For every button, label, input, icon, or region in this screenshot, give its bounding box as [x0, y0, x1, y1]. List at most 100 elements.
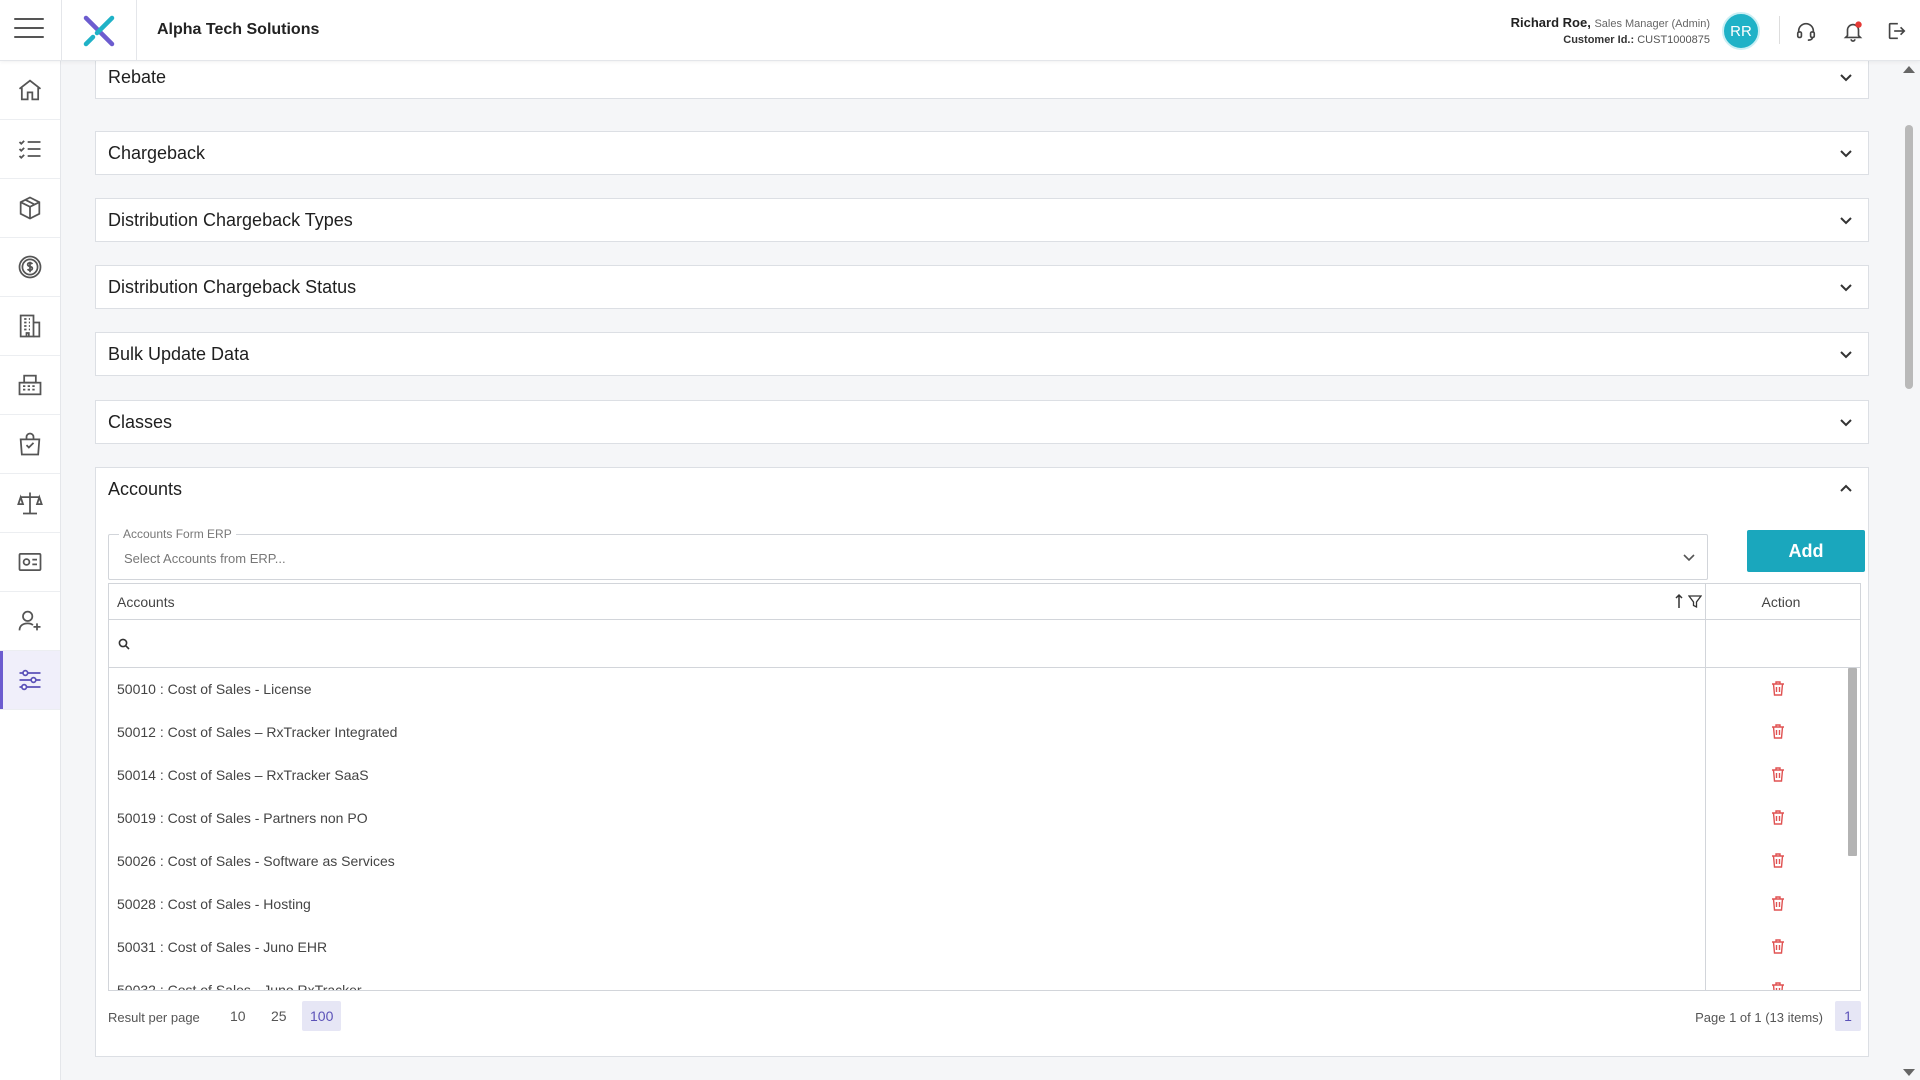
section-title: Bulk Update Data — [108, 343, 250, 364]
table-row[interactable]: 50031 : Cost of Sales - Juno EHR — [109, 926, 1859, 969]
dollar-icon — [18, 255, 42, 279]
top-header: Alpha Tech Solutions Richard Roe, Sales … — [0, 0, 1920, 61]
sidebar-item-settings[interactable] — [0, 651, 60, 710]
menu-icon[interactable] — [14, 18, 44, 40]
trash-icon[interactable] — [1771, 723, 1785, 739]
accounts-grid: Accounts Action 50010 : Cost of Sales - … — [108, 583, 1861, 991]
account-cell: 50019 : Cost of Sales - Partners non PO — [117, 810, 368, 826]
section-header[interactable]: Rebate — [96, 61, 1868, 98]
section-header[interactable]: Bulk Update Data — [96, 333, 1868, 375]
page-button-current[interactable]: 1 — [1835, 1001, 1861, 1031]
section-title: Classes — [108, 411, 173, 432]
building-icon — [19, 314, 41, 338]
table-row[interactable]: 50026 : Cost of Sales - Software as Serv… — [109, 840, 1859, 883]
register-icon — [18, 374, 42, 396]
grid-scrollbar[interactable] — [1848, 668, 1857, 856]
section-header[interactable]: Distribution Chargeback Status — [96, 266, 1868, 308]
user-info: Richard Roe, Sales Manager (Admin) Custo… — [1511, 15, 1710, 48]
sidebar-item-organizations[interactable] — [0, 297, 60, 356]
app-logo[interactable] — [61, 0, 137, 61]
home-icon — [18, 79, 42, 101]
trash-icon[interactable] — [1771, 680, 1785, 696]
sidebar-item-products[interactable] — [0, 179, 60, 238]
checklist-icon — [18, 140, 41, 159]
header-divider — [1779, 16, 1780, 44]
shopping-bag-icon — [19, 432, 41, 456]
page-size-10[interactable]: 10 — [222, 1001, 254, 1031]
user-add-icon — [18, 610, 41, 631]
account-cell: 50028 : Cost of Sales - Hosting — [117, 896, 311, 912]
trash-icon[interactable] — [1771, 809, 1785, 825]
column-header-accounts[interactable]: Accounts — [117, 594, 175, 610]
trash-icon[interactable] — [1771, 766, 1785, 782]
sidebar-nav — [0, 61, 61, 1080]
field-label: Accounts Form ERP — [119, 527, 236, 541]
section-title: Chargeback — [108, 142, 206, 163]
search-icon — [118, 638, 130, 650]
company-name: Alpha Tech Solutions — [157, 21, 320, 38]
customer-id-label: Customer Id.: — [1563, 34, 1635, 46]
filter-icon[interactable] — [1688, 593, 1702, 609]
section-chargeback: Chargeback — [95, 131, 1869, 175]
sidebar-item-tasks[interactable] — [0, 120, 60, 179]
sidebar-item-pos[interactable] — [0, 356, 60, 415]
scroll-up-arrow-icon[interactable] — [1903, 66, 1915, 73]
table-row[interactable]: 50012 : Cost of Sales – RxTracker Integr… — [109, 711, 1859, 754]
section-title: Rebate — [108, 66, 167, 87]
section-header[interactable]: Chargeback — [96, 132, 1868, 174]
section-title: Distribution Chargeback Types — [108, 209, 353, 230]
trash-icon[interactable] — [1771, 981, 1785, 991]
add-button[interactable]: Add — [1747, 530, 1865, 572]
sidebar-item-orders[interactable] — [0, 415, 60, 474]
sidebar-item-compliance[interactable] — [0, 474, 60, 533]
pagination: Result per page 10 25 100 Page 1 of 1 (1… — [108, 999, 1861, 1033]
id-card-icon — [18, 552, 42, 572]
section-accounts: Accounts Accounts Form ERP Select Accoun… — [95, 467, 1869, 1057]
accounts-erp-select[interactable]: Accounts Form ERP Select Accounts from E… — [108, 527, 1708, 580]
account-cell: 50031 : Cost of Sales - Juno EHR — [117, 939, 328, 955]
logout-icon[interactable] — [1883, 18, 1909, 44]
grid-header: Accounts Action — [109, 584, 1860, 620]
grid-filter-row[interactable] — [109, 620, 1860, 668]
account-cell: 50012 : Cost of Sales – RxTracker Integr… — [117, 724, 398, 740]
section-title: Distribution Chargeback Status — [108, 276, 357, 297]
scrollbar-thumb[interactable] — [1905, 125, 1913, 389]
sort-ascending-icon[interactable] — [1674, 593, 1684, 609]
sidebar-item-home[interactable] — [0, 61, 60, 120]
chevron-down-icon — [1840, 150, 1852, 158]
scroll-down-arrow-icon[interactable] — [1903, 1069, 1915, 1076]
table-row[interactable]: 50028 : Cost of Sales - Hosting — [109, 883, 1859, 926]
section-header[interactable]: Classes — [96, 401, 1868, 443]
support-headset-icon[interactable] — [1793, 18, 1819, 44]
avatar[interactable]: RR — [1722, 12, 1760, 50]
field-placeholder: Select Accounts from ERP... — [124, 551, 286, 566]
trash-icon[interactable] — [1771, 852, 1785, 868]
sidebar-item-contracts[interactable] — [0, 533, 60, 592]
table-row[interactable]: 50014 : Cost of Sales – RxTracker SaaS — [109, 754, 1859, 797]
page-scrollbar[interactable] — [1898, 61, 1920, 1080]
grid-rows: 50010 : Cost of Sales - License 50012 : … — [109, 668, 1859, 991]
table-row[interactable]: 50010 : Cost of Sales - License — [109, 668, 1859, 711]
sidebar-item-finance[interactable] — [0, 238, 60, 297]
main-content: Rebate Chargeback Distribution Chargebac… — [61, 61, 1898, 1080]
page-size-100[interactable]: 100 — [302, 1001, 342, 1031]
user-role: Sales Manager (Admin) — [1594, 18, 1710, 30]
table-row[interactable]: 50019 : Cost of Sales - Partners non PO — [109, 797, 1859, 840]
chevron-up-icon — [1840, 484, 1852, 492]
page-size-25[interactable]: 25 — [263, 1001, 295, 1031]
section-classes: Classes — [95, 400, 1869, 444]
account-cell: 50014 : Cost of Sales – RxTracker SaaS — [117, 767, 369, 783]
section-bulk-update-data: Bulk Update Data — [95, 332, 1869, 376]
table-row[interactable]: 50032 : Cost of Sales - Juno RxTracker — [109, 969, 1859, 991]
section-rebate: Rebate — [95, 61, 1869, 99]
notification-bell-icon[interactable] — [1840, 18, 1866, 44]
trash-icon[interactable] — [1771, 938, 1785, 954]
section-header[interactable]: Distribution Chargeback Types — [96, 199, 1868, 241]
trash-icon[interactable] — [1771, 895, 1785, 911]
chevron-down-icon — [1840, 74, 1852, 82]
sidebar-item-users[interactable] — [0, 592, 60, 651]
user-name: Richard Roe, — [1510, 15, 1591, 30]
column-header-action: Action — [1761, 594, 1801, 610]
package-icon — [19, 196, 41, 220]
section-header[interactable]: Accounts — [96, 468, 1868, 510]
